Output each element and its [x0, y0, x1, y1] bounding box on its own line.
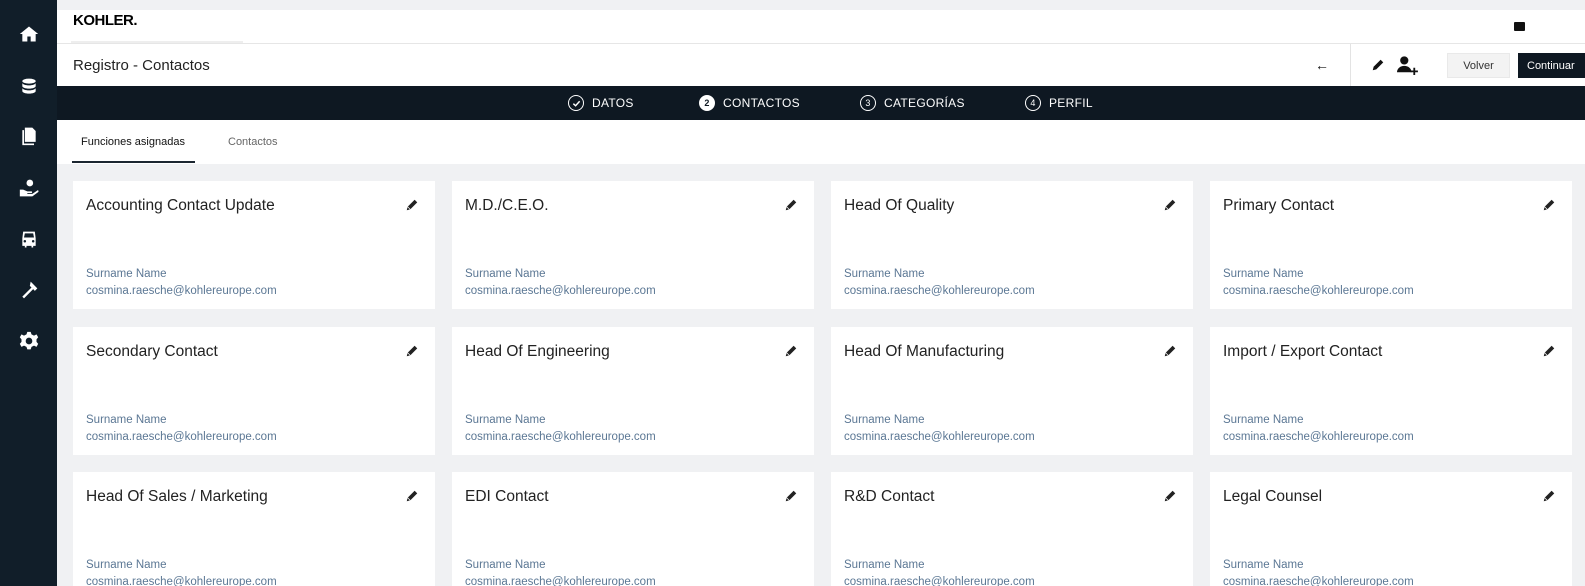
- contact-email: cosmina.raesche@kohlereurope.com: [465, 431, 656, 443]
- card-title: Head Of Quality: [844, 197, 955, 214]
- function-card[interactable]: Legal Counsel Surname Name cosmina.raesche…: [1210, 472, 1572, 586]
- contact-email: cosmina.raesche@kohlereurope.com: [1223, 431, 1414, 443]
- card-title: Head Of Sales / Marketing: [86, 488, 268, 505]
- edit-pencil-icon[interactable]: [405, 344, 419, 358]
- edit-pencil-icon[interactable]: [784, 198, 798, 212]
- card-title: R&D Contact: [844, 488, 935, 505]
- contact-name: Surname Name: [844, 559, 925, 571]
- function-card[interactable]: EDI Contact Surname Name cosmina.raesche@k…: [452, 472, 814, 586]
- function-card[interactable]: M.D./C.E.O. Surname Name cosmina.raesche@k…: [452, 181, 814, 309]
- edit-pencil-icon[interactable]: [784, 344, 798, 358]
- card-title: EDI Contact: [465, 488, 549, 505]
- continuar-button[interactable]: Continuar: [1518, 53, 1585, 78]
- contact-name: Surname Name: [86, 414, 167, 426]
- step-number: 4: [1025, 95, 1041, 111]
- contact-email: cosmina.raesche@kohlereurope.com: [465, 285, 656, 297]
- top-bar: KOHLER.: [57, 10, 1585, 43]
- edit-pencil-icon[interactable]: [784, 489, 798, 503]
- function-card[interactable]: Primary Contact Surname Name cosmina.raesc…: [1210, 181, 1572, 309]
- step-categorias[interactable]: 3 CATEGORÍAS: [860, 95, 965, 111]
- step-number: 2: [699, 95, 715, 111]
- contact-name: Surname Name: [844, 268, 925, 280]
- edit-pencil-icon[interactable]: [1163, 489, 1177, 503]
- step-label: PERFIL: [1049, 96, 1093, 110]
- page-title: Registro - Contactos: [73, 57, 210, 74]
- contact-email: cosmina.raesche@kohlereurope.com: [844, 576, 1035, 586]
- function-card[interactable]: Accounting Contact Update Surname Name cos…: [73, 181, 435, 309]
- step-perfil[interactable]: 4 PERFIL: [1025, 95, 1093, 111]
- step-datos[interactable]: DATOS: [568, 95, 634, 111]
- edit-icon[interactable]: [1368, 55, 1388, 75]
- registration-stepper: DATOS 2 CONTACTOS 3 CATEGORÍAS 4 PERFIL: [57, 86, 1585, 120]
- function-card[interactable]: Head Of Quality Surname Name cosmina.raesc…: [831, 181, 1193, 309]
- tools-icon[interactable]: [18, 279, 40, 301]
- contact-name: Surname Name: [844, 414, 925, 426]
- card-title: Secondary Contact: [86, 343, 218, 360]
- edit-pencil-icon[interactable]: [1542, 489, 1556, 503]
- contact-email: cosmina.raesche@kohlereurope.com: [86, 576, 277, 586]
- step-label: CATEGORÍAS: [884, 96, 965, 110]
- support-hand-icon[interactable]: [18, 177, 40, 199]
- edit-pencil-icon[interactable]: [1542, 344, 1556, 358]
- function-card[interactable]: Secondary Contact Surname Name cosmina.rae…: [73, 327, 435, 455]
- tab-funciones-asignadas[interactable]: Funciones asignadas: [81, 136, 185, 148]
- check-circle-icon: [568, 95, 584, 111]
- edit-pencil-icon[interactable]: [1163, 344, 1177, 358]
- contact-email: cosmina.raesche@kohlereurope.com: [465, 576, 656, 586]
- step-label: DATOS: [592, 96, 634, 110]
- edit-pencil-icon[interactable]: [405, 198, 419, 212]
- volver-button[interactable]: Volver: [1447, 53, 1510, 78]
- contact-email: cosmina.raesche@kohlereurope.com: [86, 431, 277, 443]
- function-card[interactable]: Import / Export Contact Surname Name cosmi…: [1210, 327, 1572, 455]
- tab-contactos[interactable]: Contactos: [228, 136, 278, 148]
- card-title: Import / Export Contact: [1223, 343, 1383, 360]
- settings-gear-icon[interactable]: [18, 330, 40, 352]
- header-divider: [1350, 44, 1351, 87]
- contact-name: Surname Name: [465, 414, 546, 426]
- contact-name: Surname Name: [86, 559, 167, 571]
- contact-name: Surname Name: [1223, 414, 1304, 426]
- window-icon[interactable]: [1514, 21, 1526, 31]
- contact-email: cosmina.raesche@kohlereurope.com: [86, 285, 277, 297]
- card-title: Primary Contact: [1223, 197, 1335, 214]
- contact-name: Surname Name: [465, 268, 546, 280]
- kohler-logo: KOHLER.: [73, 12, 138, 29]
- card-title: Head Of Manufacturing: [844, 343, 1005, 360]
- contact-name: Surname Name: [86, 268, 167, 280]
- contact-email: cosmina.raesche@kohlereurope.com: [844, 431, 1035, 443]
- documents-icon[interactable]: [18, 125, 40, 147]
- function-card[interactable]: Head Of Engineering Surname Name cosmina.r…: [452, 327, 814, 455]
- contact-email: cosmina.raesche@kohlereurope.com: [1223, 285, 1414, 297]
- tabs-bar: Funciones asignadas Contactos: [57, 120, 1585, 164]
- function-card[interactable]: R&D Contact Surname Name cosmina.raesche@k…: [831, 472, 1193, 586]
- sidebar: [0, 0, 57, 586]
- edit-pencil-icon[interactable]: [1163, 198, 1177, 212]
- edit-pencil-icon[interactable]: [405, 489, 419, 503]
- database-icon[interactable]: [18, 76, 40, 98]
- home-icon[interactable]: [18, 23, 40, 45]
- contact-name: Surname Name: [1223, 559, 1304, 571]
- contact-name: Surname Name: [465, 559, 546, 571]
- vehicle-icon[interactable]: [18, 229, 40, 251]
- step-number: 3: [860, 95, 876, 111]
- step-label: CONTACTOS: [723, 96, 800, 110]
- card-title: Head Of Engineering: [465, 343, 610, 360]
- contact-email: cosmina.raesche@kohlereurope.com: [844, 285, 1035, 297]
- step-contactos[interactable]: 2 CONTACTOS: [699, 95, 800, 111]
- back-arrow-icon[interactable]: ←: [1312, 55, 1332, 75]
- function-card[interactable]: Head Of Sales / Marketing Surname Name cos…: [73, 472, 435, 586]
- edit-pencil-icon[interactable]: [1542, 198, 1556, 212]
- page-header: Registro - Contactos ← Volver Continuar: [57, 43, 1585, 87]
- card-title: Legal Counsel: [1223, 488, 1323, 505]
- contact-email: cosmina.raesche@kohlereurope.com: [1223, 576, 1414, 586]
- add-user-icon[interactable]: [1395, 54, 1419, 76]
- function-card[interactable]: Head Of Manufacturing Surname Name cosmina…: [831, 327, 1193, 455]
- card-title: M.D./C.E.O.: [465, 197, 549, 214]
- active-tab-indicator: [72, 161, 195, 163]
- contact-name: Surname Name: [1223, 268, 1304, 280]
- card-title: Accounting Contact Update: [86, 197, 275, 214]
